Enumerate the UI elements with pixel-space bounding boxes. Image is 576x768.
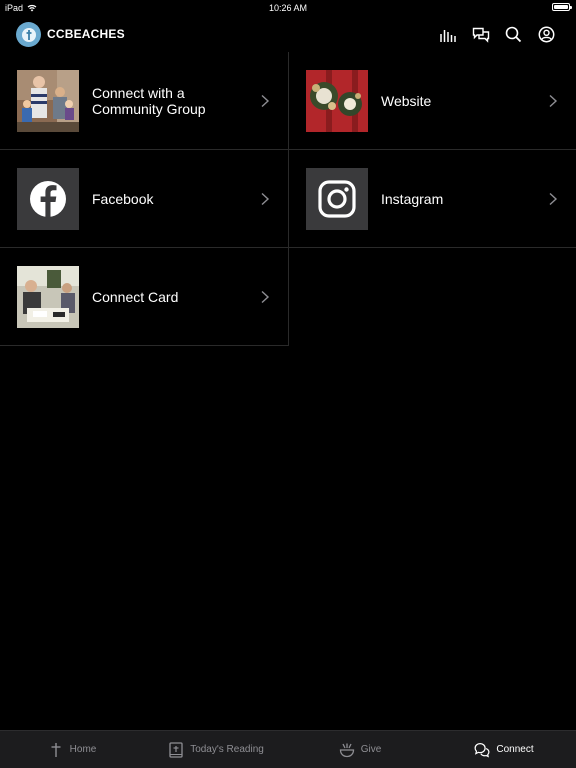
give-icon (339, 742, 355, 758)
header-actions (438, 25, 556, 44)
logo-mark-icon (21, 27, 36, 42)
chat-bubbles-icon (474, 742, 490, 758)
tile-instagram[interactable]: Instagram (289, 150, 576, 248)
app-header: CCBEACHES (0, 18, 576, 52)
tile-website[interactable]: Website (289, 52, 576, 150)
tile-label: Instagram (381, 191, 444, 207)
tab-label: Give (360, 744, 382, 755)
tab-bar: Home Today's Reading Give Connect (0, 730, 576, 768)
instagram-icon (318, 180, 356, 218)
tile-facebook[interactable]: Facebook (0, 150, 289, 248)
status-time: 10:26 AM (268, 3, 308, 13)
facebook-tile-icon (17, 168, 79, 230)
church-logo[interactable] (16, 22, 41, 47)
tile-label: Facebook (92, 191, 154, 207)
search-icon[interactable] (504, 25, 523, 44)
cross-icon (48, 742, 64, 758)
app-title: CCBEACHES (47, 27, 125, 41)
website-photo (306, 70, 368, 132)
facebook-icon (30, 181, 66, 217)
tab-home[interactable]: Home (0, 731, 144, 768)
tile-community-group[interactable]: Connect with a Community Group (0, 52, 289, 150)
chevron-right-icon (261, 290, 270, 304)
chevron-right-icon (261, 94, 270, 108)
tile-connect-card[interactable]: Connect Card (0, 248, 289, 346)
chevron-right-icon (549, 192, 558, 206)
instagram-tile-icon (306, 168, 368, 230)
battery-icon (552, 3, 572, 11)
tile-label: Website (381, 93, 432, 109)
tab-connect[interactable]: Connect (432, 731, 576, 768)
tab-label: Home (69, 744, 97, 755)
connect-card-photo (17, 266, 79, 328)
status-bar: iPad 10:26 AM (0, 0, 576, 16)
tab-give[interactable]: Give (288, 731, 432, 768)
bible-icon (168, 741, 184, 758)
chat-icon[interactable] (471, 25, 490, 44)
profile-icon[interactable] (537, 25, 556, 44)
tab-label: Today's Reading (190, 744, 264, 755)
chevron-right-icon (549, 94, 558, 108)
tab-todays-reading[interactable]: Today's Reading (144, 731, 288, 768)
tile-label: Connect Card (92, 289, 179, 305)
chevron-right-icon (261, 192, 270, 206)
community-group-photo (17, 70, 79, 132)
bars-chart-icon[interactable] (438, 25, 457, 44)
tile-label: Connect with a Community Group (92, 85, 206, 117)
tab-label: Connect (496, 744, 534, 755)
